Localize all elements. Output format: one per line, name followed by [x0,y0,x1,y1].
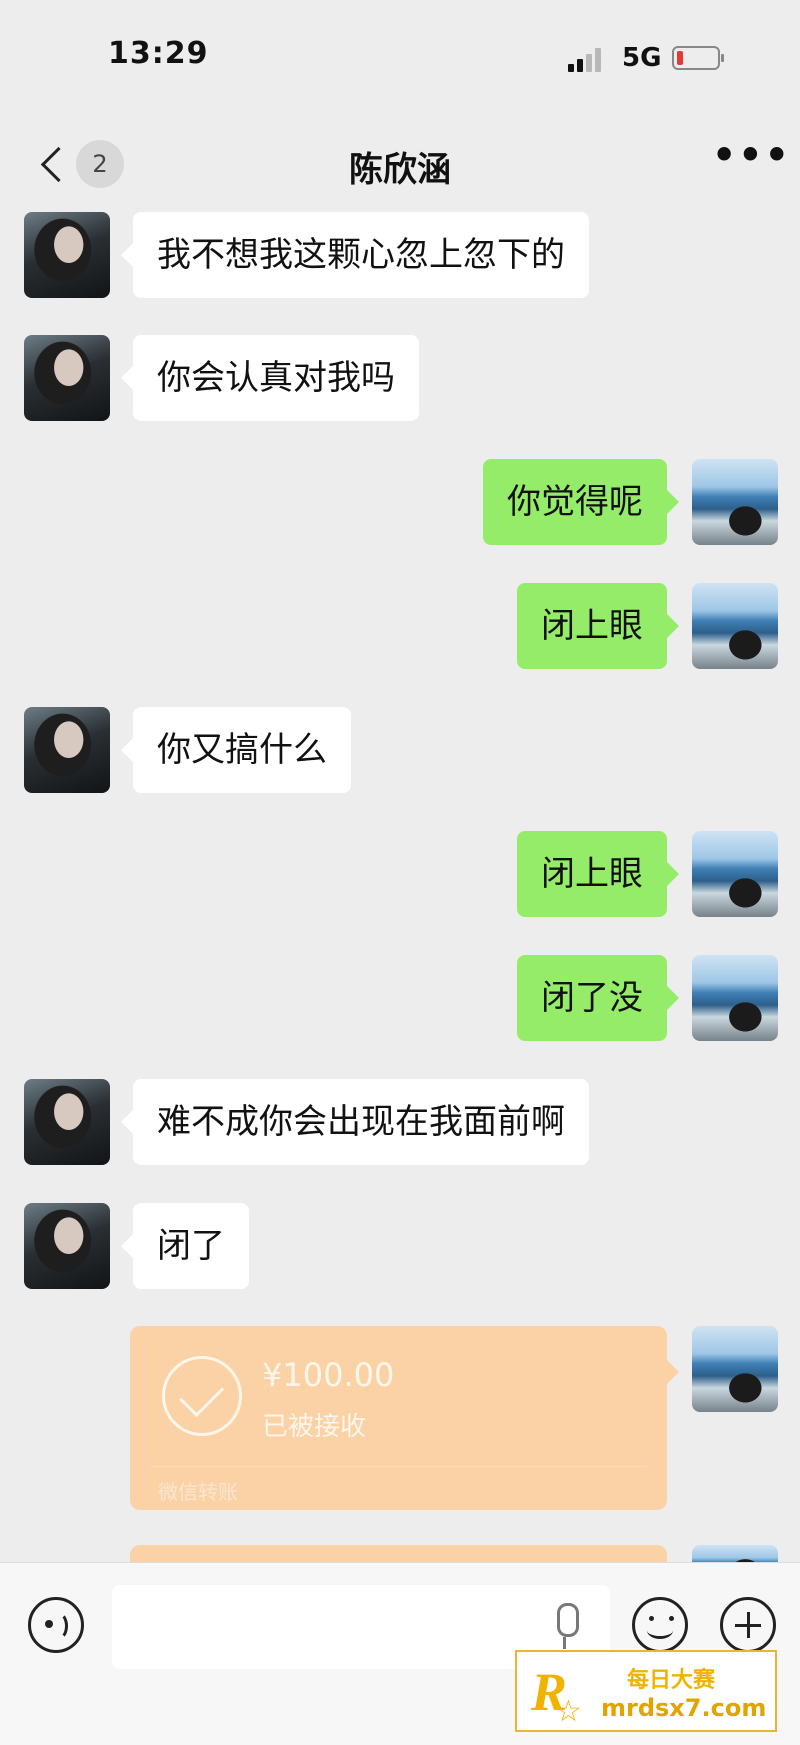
my-avatar[interactable] [692,1326,778,1412]
outgoing-message[interactable]: 闭上眼 [517,583,679,669]
chat-title: 陈欣涵 [349,150,451,190]
outgoing-message[interactable]: 闭了没 [517,955,679,1041]
more-options-icon[interactable]: ••• [712,136,789,184]
incoming-message[interactable]: 闭了 [121,1203,249,1289]
contact-avatar[interactable] [24,1203,110,1289]
my-avatar[interactable] [692,955,778,1041]
battery-icon [672,46,724,70]
site-watermark: R ☆ 每日大赛 mrdsx7.com [515,1650,777,1732]
my-avatar[interactable] [692,459,778,545]
incoming-message[interactable]: 你会认真对我吗 [121,335,419,421]
add-more-icon[interactable] [720,1597,776,1653]
my-avatar[interactable] [692,831,778,917]
my-avatar[interactable] [692,583,778,669]
transfer-label: 微信转账 [158,1480,238,1504]
incoming-message[interactable]: 你又搞什么 [121,707,351,793]
transfer-divider [150,1466,647,1467]
check-circle-icon [162,1356,242,1436]
microphone-icon[interactable] [552,1603,579,1649]
chat-header: 2 陈欣涵 ••• [0,120,800,210]
star-icon: ☆ [555,1694,582,1729]
transfer-status: 已被接收 [262,1412,367,1442]
contact-avatar[interactable] [24,335,110,421]
network-type: 5G [622,43,662,73]
transfer-card[interactable]: ¥100.00 已被接收 微信转账 [130,1326,679,1510]
incoming-message[interactable]: 我不想我这颗心忽上忽下的 [121,212,589,298]
emoji-icon[interactable] [632,1597,688,1653]
transfer-amount: ¥100.00 [262,1356,395,1394]
status-bar: 13:29 5G [0,0,800,110]
status-time: 13:29 [108,36,209,71]
watermark-url: mrdsx7.com [601,1694,767,1722]
contact-avatar[interactable] [24,707,110,793]
outgoing-message[interactable]: 你觉得呢 [483,459,679,545]
contact-avatar[interactable] [24,212,110,298]
back-arrow-icon[interactable] [34,140,74,190]
unread-count-badge[interactable]: 2 [76,140,124,188]
voice-input-icon[interactable] [28,1597,84,1653]
signal-icon [568,48,608,72]
watermark-title: 每日大赛 [627,1668,716,1693]
incoming-message[interactable]: 难不成你会出现在我面前啊 [121,1079,589,1165]
outgoing-message[interactable]: 闭上眼 [517,831,679,917]
contact-avatar[interactable] [24,1079,110,1165]
